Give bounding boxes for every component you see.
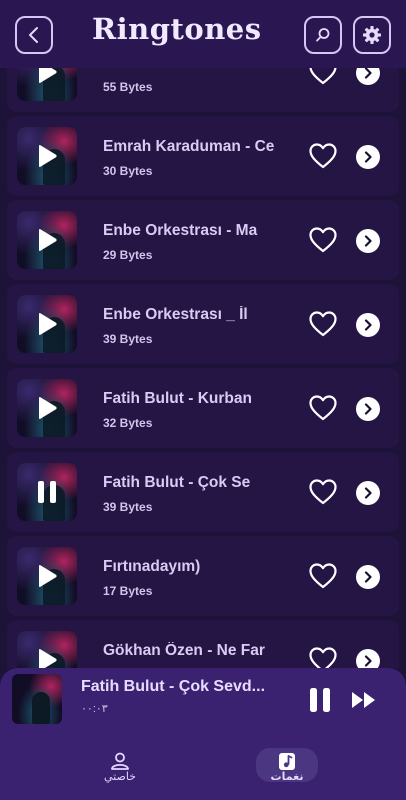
page-title: Ringtones (92, 12, 262, 46)
nav-ringtones[interactable]: نغمات (256, 748, 318, 783)
details-button[interactable] (356, 565, 380, 589)
ringtone-size: 55 Bytes (103, 80, 153, 94)
ringtone-item[interactable]: Fatih Bulut - Çok Se 39 Bytes (7, 452, 399, 532)
ringtone-title: Enbe Orkestrası - Ma (103, 222, 258, 239)
music-note-icon (279, 753, 295, 770)
ringtone-item[interactable]: Emrah Karaduman - Ce 30 Bytes (7, 116, 399, 196)
play-icon (39, 649, 57, 668)
ringtone-size: 29 Bytes (103, 248, 153, 262)
ringtone-artwork[interactable] (17, 295, 77, 353)
chevron-right-icon (364, 319, 372, 331)
ringtone-artwork[interactable] (17, 127, 77, 185)
ringtone-artwork[interactable] (17, 68, 77, 101)
nav-ringtones-label: نغمات (270, 771, 304, 783)
ringtone-item[interactable]: Enbe Orkestrası _ İl 39 Bytes (7, 284, 399, 364)
ringtone-list[interactable]: Emrah Karaduman - Ce55 BytesEmrah Karadu… (0, 68, 406, 668)
ringtone-title: Emrah Karaduman - Ce (103, 138, 275, 155)
search-icon (316, 28, 330, 42)
fast-forward-icon[interactable] (351, 690, 377, 710)
ringtone-title: Fatih Bulut - Kurban (103, 390, 252, 407)
chevron-right-icon (364, 571, 372, 583)
details-button[interactable] (356, 313, 380, 337)
ringtone-item[interactable]: Gökhan Özen - Ne Far (7, 620, 399, 668)
ringtone-item[interactable]: Emrah Karaduman - Ce 55 Bytes (7, 68, 399, 112)
back-button[interactable] (15, 16, 53, 54)
ringtone-artwork[interactable] (17, 211, 77, 269)
ringtone-size: 30 Bytes (103, 164, 153, 178)
now-playing-title: Fatih Bulut - Çok Sevd... (81, 678, 266, 695)
play-icon (39, 229, 57, 251)
pause-icon[interactable] (308, 687, 332, 713)
play-icon (39, 145, 57, 167)
play-icon (39, 68, 57, 83)
ringtone-artwork[interactable] (17, 379, 77, 437)
chevron-right-icon (364, 403, 372, 415)
ringtone-artwork[interactable] (17, 463, 77, 521)
play-icon (39, 313, 57, 335)
ringtone-title: Fırtınadayım) (103, 558, 201, 575)
ringtone-title: Fatih Bulut - Çok Se (103, 474, 251, 491)
nav-profile-label: خاصتي (104, 771, 136, 783)
app-header: Ringtones (0, 0, 406, 68)
heart-icon[interactable] (309, 311, 337, 337)
ringtone-title: Gökhan Özen - Ne Far (103, 642, 265, 659)
bottom-navigation: خاصتي نغمات (0, 732, 406, 800)
details-button[interactable] (356, 397, 380, 421)
heart-icon[interactable] (309, 68, 337, 85)
user-icon (111, 752, 129, 770)
chevron-right-icon (364, 68, 372, 79)
play-icon (39, 397, 57, 419)
ringtone-size: 39 Bytes (103, 332, 153, 346)
ringtone-artwork[interactable] (17, 547, 77, 605)
details-button[interactable] (356, 649, 380, 668)
ringtone-title: Emrah Karaduman - Ce (103, 68, 303, 72)
chevron-right-icon (364, 655, 372, 667)
details-button[interactable] (356, 145, 380, 169)
pause-icon (38, 481, 56, 503)
ringtone-title: Enbe Orkestrası _ İl (103, 306, 248, 323)
ringtone-size: 39 Bytes (103, 500, 153, 514)
details-button[interactable] (356, 481, 380, 505)
ringtone-item[interactable]: Fırtınadayım) 17 Bytes (7, 536, 399, 616)
chevron-left-icon (29, 27, 38, 43)
ringtone-item[interactable]: Enbe Orkestrası - Ma 29 Bytes (7, 200, 399, 280)
heart-icon[interactable] (309, 647, 337, 668)
details-button[interactable] (356, 229, 380, 253)
heart-icon[interactable] (309, 143, 337, 169)
play-icon (39, 565, 57, 587)
chevron-right-icon (364, 487, 372, 499)
chevron-right-icon (364, 235, 372, 247)
heart-icon[interactable] (309, 395, 337, 421)
now-playing-artwork (12, 674, 62, 724)
gear-icon (363, 26, 381, 44)
ringtone-artwork[interactable] (17, 631, 77, 668)
chevron-right-icon (364, 151, 372, 163)
now-playing-time: ٠٠:٠٣ (81, 703, 108, 715)
ringtone-size: 32 Bytes (103, 416, 153, 430)
heart-icon[interactable] (309, 479, 337, 505)
ringtone-item[interactable]: Fatih Bulut - Kurban 32 Bytes (7, 368, 399, 448)
settings-button[interactable] (353, 16, 391, 54)
ringtone-size: 17 Bytes (103, 584, 153, 598)
nav-profile[interactable]: خاصتي (89, 748, 151, 788)
mini-player[interactable]: Fatih Bulut - Çok Sevd... ٠٠:٠٣ (0, 668, 406, 732)
heart-icon[interactable] (309, 227, 337, 253)
heart-icon[interactable] (309, 563, 337, 589)
details-button[interactable] (356, 68, 380, 85)
search-button[interactable] (304, 16, 342, 54)
